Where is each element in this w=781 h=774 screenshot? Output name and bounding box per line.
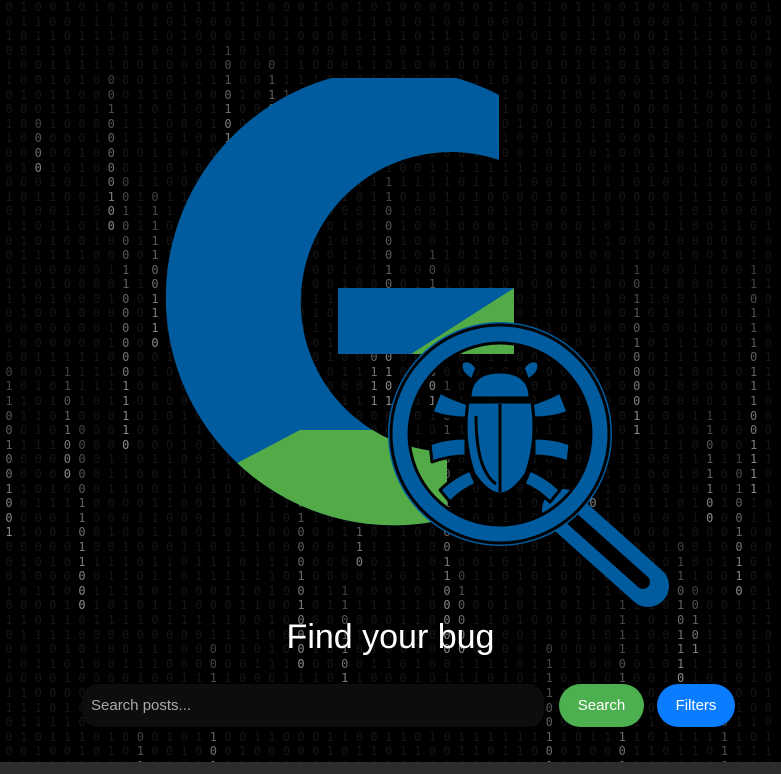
g-bug-magnifier-logo [165, 78, 669, 607]
tagline: Find your bug [286, 618, 495, 656]
search-button[interactable]: Search [559, 684, 644, 727]
filters-button[interactable]: Filters [657, 684, 735, 727]
search-bar: Search Filters [0, 684, 781, 727]
search-input[interactable] [82, 684, 544, 727]
bottom-bar [0, 762, 781, 774]
bug-icon [428, 359, 572, 504]
